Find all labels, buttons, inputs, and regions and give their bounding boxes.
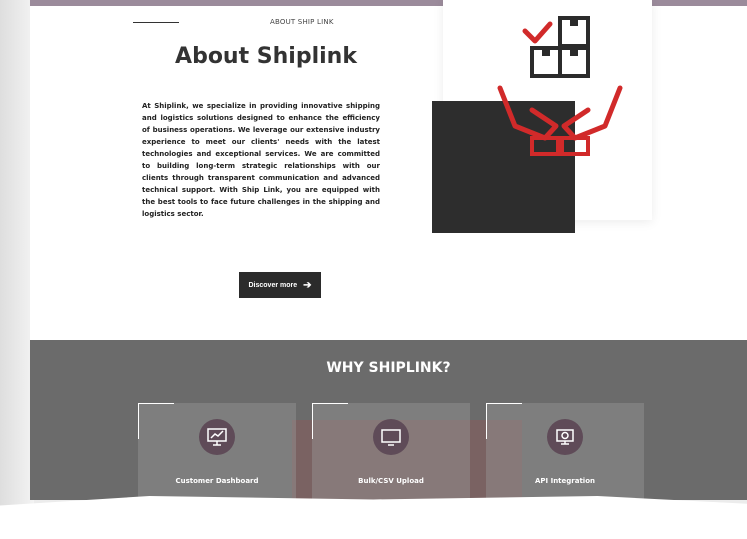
paper-curl <box>0 496 747 539</box>
about-paragraph: At Shiplink, we specialize in providing … <box>142 102 380 218</box>
section-eyebrow: ABOUT SHIP LINK <box>270 18 334 26</box>
feature-label: Customer Dashboard <box>175 477 259 485</box>
card-corner <box>138 403 174 404</box>
feature-card-bulk-csv-upload[interactable]: Bulk/CSV Upload <box>312 403 470 500</box>
why-shiplink-section: WHY SHIPLINK? Customer Dashboard Bulk/CS… <box>30 340 747 500</box>
card-corner <box>486 403 522 404</box>
feature-card-api-integration[interactable]: API Integration <box>486 403 644 500</box>
card-corner <box>138 403 139 439</box>
discover-more-button[interactable]: Discover more ➔ <box>239 272 321 298</box>
about-heading: About Shiplink <box>175 44 357 69</box>
feature-card-customer-dashboard[interactable]: Customer Dashboard <box>138 403 296 500</box>
monitor-icon <box>373 419 409 455</box>
hands-holding-boxes-icon <box>497 16 623 156</box>
api-gear-monitor-icon <box>547 419 583 455</box>
page: ABOUT SHIP LINK About Shiplink At Shipli… <box>30 0 747 500</box>
dashboard-monitor-icon <box>199 419 235 455</box>
card-corner <box>312 403 313 439</box>
card-corner <box>486 403 487 439</box>
card-corner <box>312 403 348 404</box>
page-shadow <box>0 0 34 520</box>
eyebrow-line <box>133 22 179 23</box>
feature-label: Bulk/CSV Upload <box>358 477 424 485</box>
arrow-right-icon: ➔ <box>303 279 312 291</box>
feature-label: API Integration <box>535 477 595 485</box>
discover-more-label: Discover more <box>248 281 298 289</box>
why-heading: WHY SHIPLINK? <box>326 360 451 376</box>
